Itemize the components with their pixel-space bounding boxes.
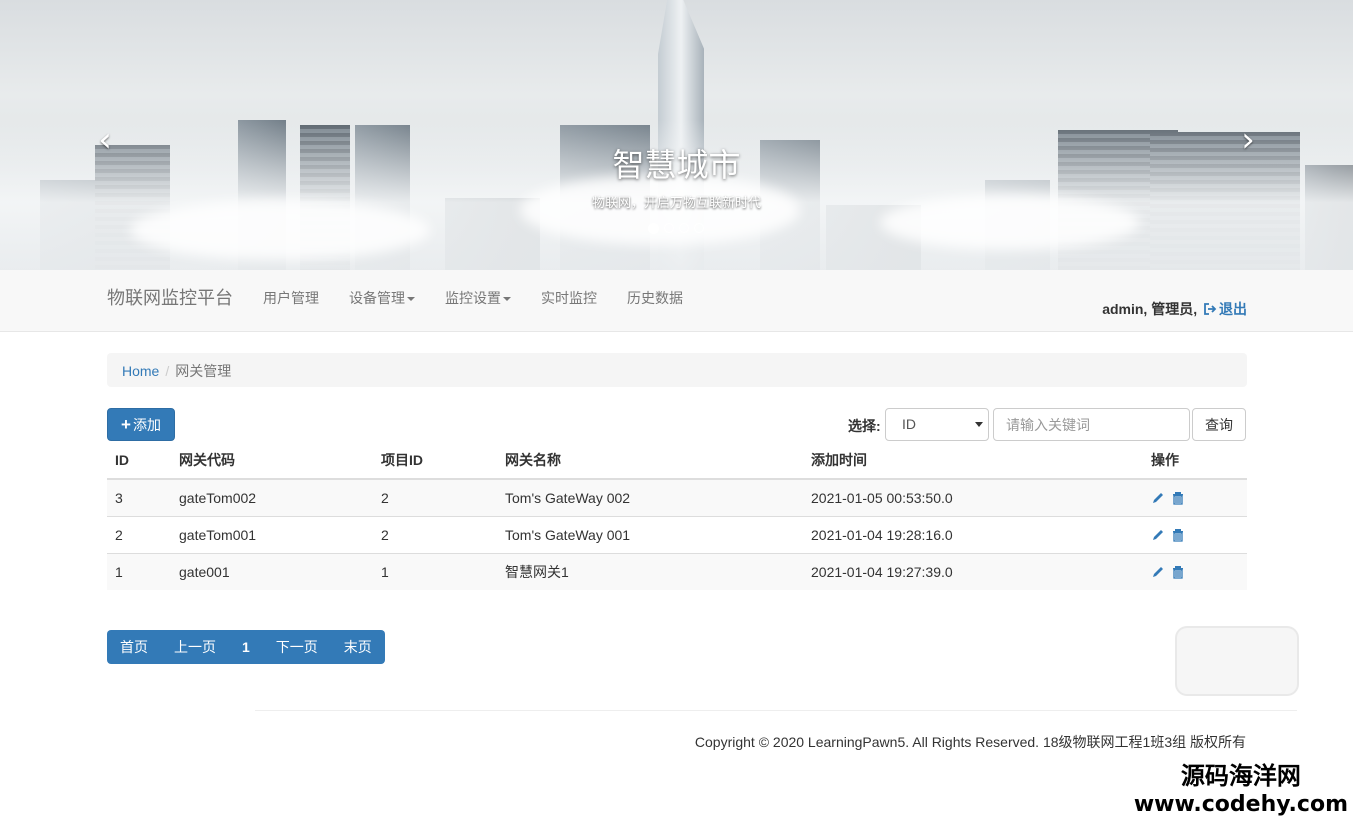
watermark-line2: www.codehy.com [1133, 792, 1348, 817]
nav-item-user-management[interactable]: 用户管理 [263, 288, 319, 308]
user-info: admin, 管理员, [1102, 301, 1198, 317]
nav-item-label: 设备管理 [349, 290, 405, 306]
nav-item-label: 历史数据 [627, 290, 683, 306]
search-input[interactable] [993, 408, 1190, 441]
table-cell: Tom's GateWay 002 [497, 478, 803, 516]
trash-icon[interactable] [1171, 565, 1185, 579]
table-cell-ops [1143, 478, 1247, 516]
pencil-icon[interactable] [1151, 565, 1165, 579]
carousel[interactable]: ‹ › 智慧城市 物联网，开启万物互联新时代 [0, 0, 1353, 270]
navbar-brand[interactable]: 物联网监控平台 [107, 284, 233, 310]
table-row: 2 gateTom001 2 Tom's GateWay 001 2021-01… [107, 515, 1247, 553]
table-cell-ops [1143, 552, 1247, 590]
column-header: 添加时间 [803, 442, 1143, 480]
trash-icon[interactable] [1171, 528, 1185, 542]
carousel-indicator[interactable] [694, 223, 704, 233]
table-cell: gate001 [171, 552, 373, 590]
nav-item-monitor-settings[interactable]: 监控设置 [445, 288, 511, 308]
add-button[interactable]: + 添加 [107, 408, 175, 441]
table-cell: 2 [107, 515, 171, 553]
column-header: 网关代码 [171, 442, 373, 480]
table-cell: 2 [373, 478, 497, 516]
breadcrumb-home[interactable]: Home [122, 363, 159, 379]
nav-item-device-management[interactable]: 设备管理 [349, 288, 415, 308]
table-cell: gateTom001 [171, 515, 373, 553]
add-button-label: 添加 [132, 416, 161, 433]
footer-copyright: Copyright © 2020 LearningPawn5. All Righ… [694, 734, 1246, 750]
pencil-icon[interactable] [1151, 491, 1165, 505]
table-cell: 2021-01-04 19:27:39.0 [803, 552, 1143, 590]
navbar: 物联网监控平台 用户管理 设备管理 监控设置 实时监控 历史数据 admin, … [0, 270, 1353, 332]
table-row: 1 gate001 1 智慧网关1 2021-01-04 19:27:39.0 [107, 552, 1247, 590]
field-select[interactable]: ID [885, 408, 989, 441]
table-cell: gateTom002 [171, 478, 373, 516]
breadcrumb-current: 网关管理 [175, 363, 232, 379]
carousel-indicator[interactable] [648, 223, 659, 234]
trash-icon[interactable] [1171, 491, 1185, 505]
caret-down-icon [503, 297, 511, 302]
table-cell: 1 [373, 552, 497, 590]
logout-icon [1204, 303, 1217, 315]
table-cell: 3 [107, 478, 171, 516]
table-cell: 2021-01-05 00:53:50.0 [803, 478, 1143, 516]
carousel-indicators [648, 223, 704, 234]
table-cell: 2021-01-04 19:28:16.0 [803, 515, 1143, 553]
breadcrumb-separator: / [165, 363, 170, 379]
table-row: 3 gateTom002 2 Tom's GateWay 002 2021-01… [107, 478, 1247, 516]
breadcrumb: Home / 网关管理 [107, 353, 1247, 387]
table-header-row: ID 网关代码 项目ID 网关名称 添加时间 操作 [107, 442, 1247, 480]
carousel-subtitle: 物联网，开启万物互联新时代 [591, 195, 761, 210]
column-header: 项目ID [373, 442, 497, 480]
select-label: 选择: [848, 418, 881, 434]
pencil-icon[interactable] [1151, 528, 1165, 542]
logout-link[interactable]: 退出 [1201, 301, 1247, 317]
corner-watermark: 源码海洋网 www.codehy.com [1134, 763, 1348, 819]
watermark-line1: 源码海洋网 [1180, 763, 1301, 790]
nav-item-history-data[interactable]: 历史数据 [627, 288, 683, 308]
table-cell: 1 [107, 552, 171, 590]
table-cell: 智慧网关1 [497, 552, 803, 590]
page-prev[interactable]: 上一页 [161, 630, 229, 664]
caret-down-icon [975, 422, 983, 427]
gateway-table: ID 网关代码 项目ID 网关名称 添加时间 操作 3 gateTom002 2… [107, 442, 1247, 590]
pagination: 首页 上一页 1 下一页 末页 [107, 630, 385, 664]
column-header: ID [107, 442, 171, 480]
carousel-indicator[interactable] [664, 223, 674, 233]
page-first[interactable]: 首页 [107, 630, 161, 664]
caret-down-icon [407, 297, 415, 302]
nav-item-realtime-monitor[interactable]: 实时监控 [541, 288, 597, 308]
select-value: ID [902, 416, 916, 432]
logout-label: 退出 [1219, 301, 1247, 317]
page-current[interactable]: 1 [229, 630, 263, 664]
nav-item-label: 监控设置 [445, 290, 501, 306]
nav-item-label: 实时监控 [541, 290, 597, 306]
carousel-indicator[interactable] [679, 223, 689, 233]
carousel-title: 智慧城市 [612, 147, 741, 183]
column-header: 网关名称 [497, 442, 803, 480]
table-cell-ops [1143, 515, 1247, 553]
table-cell: Tom's GateWay 001 [497, 515, 803, 553]
query-button[interactable]: 查询 [1192, 408, 1246, 441]
footer-divider [255, 710, 1297, 711]
page-last[interactable]: 末页 [331, 630, 385, 664]
table-cell: 2 [373, 515, 497, 553]
watermark-logo [1175, 626, 1299, 696]
user-area: admin, 管理员, 退出 [1102, 299, 1247, 319]
plus-icon: + [121, 415, 131, 434]
page-next[interactable]: 下一页 [263, 630, 331, 664]
column-header: 操作 [1143, 442, 1247, 480]
nav-item-label: 用户管理 [263, 290, 319, 306]
